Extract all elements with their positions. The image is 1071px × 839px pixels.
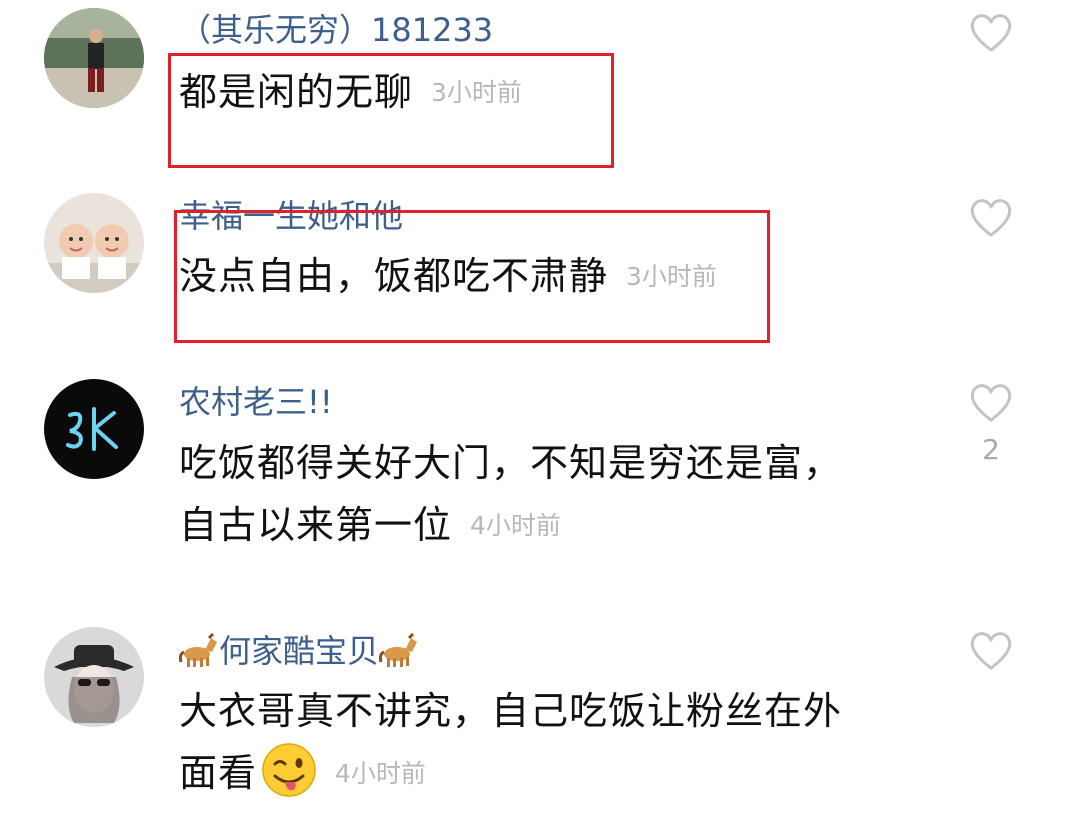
comment-timestamp: 4小时前	[470, 511, 561, 540]
highlight-box	[168, 53, 614, 168]
like-button[interactable]	[968, 630, 1014, 672]
user-avatar[interactable]	[44, 627, 144, 727]
comment-line: 大衣哥真不讲究，自己吃饭让粉丝在外	[179, 689, 843, 733]
heart-outline-icon	[970, 199, 1012, 237]
comment-line: 自古以来第一位 4小时前	[179, 503, 561, 547]
comment-line: 吃饭都得关好大门，不知是穷还是富，	[179, 441, 843, 485]
like-button[interactable]	[968, 12, 1014, 54]
comment-timestamp: 4小时前	[335, 759, 426, 788]
user-avatar[interactable]	[44, 8, 144, 108]
comment-text: 吃饭都得关好大门，不知是穷还是富， 自古以来第一位 4小时前	[179, 432, 842, 557]
user-avatar[interactable]	[44, 379, 144, 479]
comment-text: 大衣哥真不讲究，自己吃饭让粉丝在外 面看 4小时前	[179, 680, 842, 805]
horse-emoji-icon	[179, 632, 217, 667]
comment-username[interactable]: 农村老三!!	[179, 382, 333, 422]
like-count: 2	[982, 433, 1000, 466]
winking-face-emoji-icon	[262, 743, 316, 797]
comment-line: 面看 4小时前	[179, 742, 842, 805]
comment-username[interactable]: 何家酷宝贝	[179, 630, 419, 671]
like-button[interactable]	[968, 197, 1014, 239]
highlight-box	[174, 210, 770, 343]
username-text: 何家酷宝贝	[219, 632, 380, 670]
heart-outline-icon	[970, 384, 1012, 422]
heart-outline-icon	[970, 632, 1012, 670]
comment-username[interactable]: （其乐无穷）181233	[179, 10, 493, 50]
like-button[interactable]	[968, 382, 1014, 424]
user-avatar[interactable]	[44, 193, 144, 293]
horse-emoji-icon	[379, 632, 418, 667]
heart-outline-icon	[970, 14, 1012, 52]
